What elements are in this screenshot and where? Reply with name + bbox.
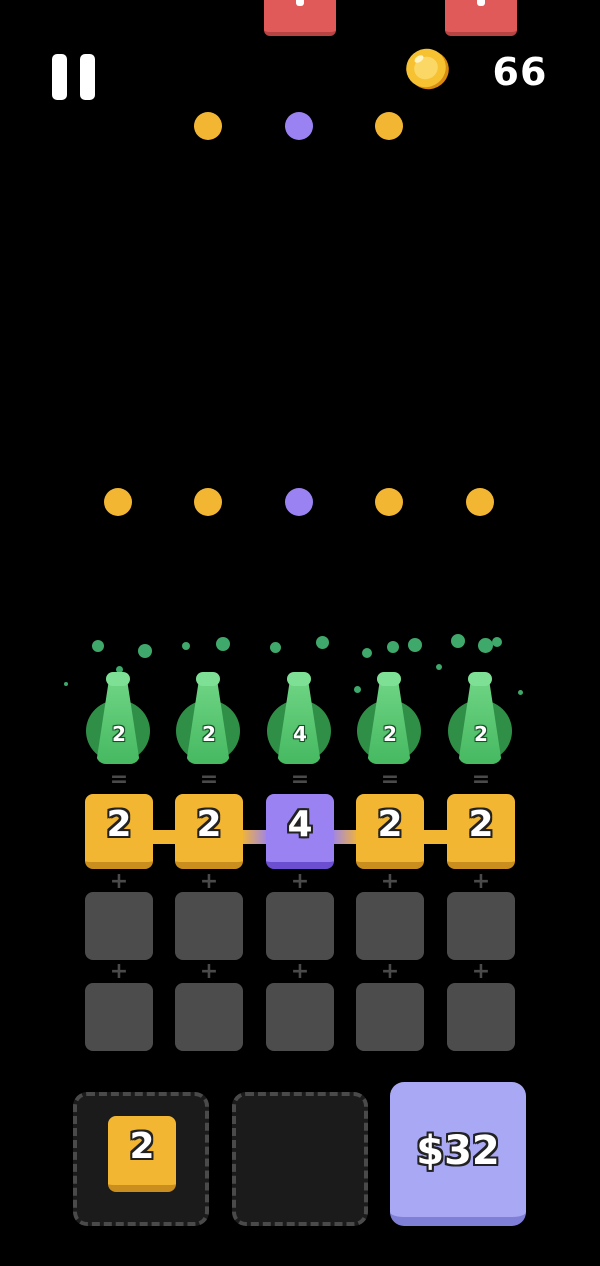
equals-sign: = [199, 767, 219, 792]
empty-slot[interactable] [356, 983, 424, 1051]
plus-sign: + [199, 869, 219, 894]
tray-slot-2[interactable] [232, 1092, 368, 1226]
enemy-block [264, 0, 336, 36]
shooter-value: 2 [202, 722, 216, 746]
tile-value: 2 [377, 804, 403, 845]
empty-slot[interactable] [447, 983, 515, 1051]
bullet-purple [285, 112, 313, 140]
equals-sign: = [109, 767, 129, 792]
plus-sign: + [199, 959, 219, 984]
shooter-value: 2 [474, 722, 488, 746]
shooter-value: 4 [293, 722, 307, 746]
tile-value: 2 [129, 1126, 155, 1167]
bullet-yellow [375, 488, 403, 516]
tile-value: 2 [196, 804, 222, 845]
shooter-4: 2 [355, 670, 425, 770]
empty-slot[interactable] [85, 892, 153, 960]
merge-tile-4[interactable]: 2 [356, 794, 424, 869]
plus-sign: + [380, 959, 400, 984]
buy-price: $32 [416, 1128, 500, 1174]
plus-sign: + [471, 869, 491, 894]
empty-slot[interactable] [447, 892, 515, 960]
empty-slot[interactable] [266, 983, 334, 1051]
empty-slot[interactable] [266, 892, 334, 960]
equals-sign: = [380, 767, 400, 792]
bullet-yellow [375, 112, 403, 140]
empty-slot[interactable] [175, 983, 243, 1051]
bullet-yellow [104, 488, 132, 516]
merge-tile-3[interactable]: 4 [266, 794, 334, 869]
plus-sign: + [471, 959, 491, 984]
tile-link [331, 830, 359, 844]
tile-link [150, 830, 178, 844]
bullet-yellow [194, 112, 222, 140]
merge-tile-1[interactable]: 2 [85, 794, 153, 869]
shooter-3: 4 [265, 670, 335, 770]
plus-sign: + [380, 869, 400, 894]
shooter-5: 2 [446, 670, 516, 770]
tile-value: 2 [468, 804, 494, 845]
coin-icon [404, 46, 452, 92]
shooter-2: 2 [174, 670, 244, 770]
buy-tile-button[interactable]: $32 [390, 1082, 526, 1226]
plus-sign: + [290, 959, 310, 984]
empty-slot[interactable] [175, 892, 243, 960]
equals-sign: = [471, 767, 491, 792]
empty-slot[interactable] [356, 892, 424, 960]
bullet-yellow [466, 488, 494, 516]
tile-link [422, 830, 450, 844]
plus-sign: + [109, 869, 129, 894]
bullet-yellow [194, 488, 222, 516]
tile-value: 2 [106, 804, 132, 845]
plus-sign: + [290, 869, 310, 894]
empty-slot[interactable] [85, 983, 153, 1051]
shooter-value: 2 [383, 722, 397, 746]
coin-count: 66 [492, 50, 548, 94]
bullet-purple [285, 488, 313, 516]
equals-sign: = [290, 767, 310, 792]
held-tile[interactable]: 2 [108, 1116, 176, 1192]
enemy-block [445, 0, 517, 36]
tile-value: 4 [287, 804, 313, 845]
pause-icon[interactable] [52, 54, 96, 100]
merge-tile-5[interactable]: 2 [447, 794, 515, 869]
plus-sign: + [109, 959, 129, 984]
merge-tile-2[interactable]: 2 [175, 794, 243, 869]
shooter-1: 2 [84, 670, 154, 770]
shooter-value: 2 [112, 722, 126, 746]
tile-link [241, 830, 269, 844]
